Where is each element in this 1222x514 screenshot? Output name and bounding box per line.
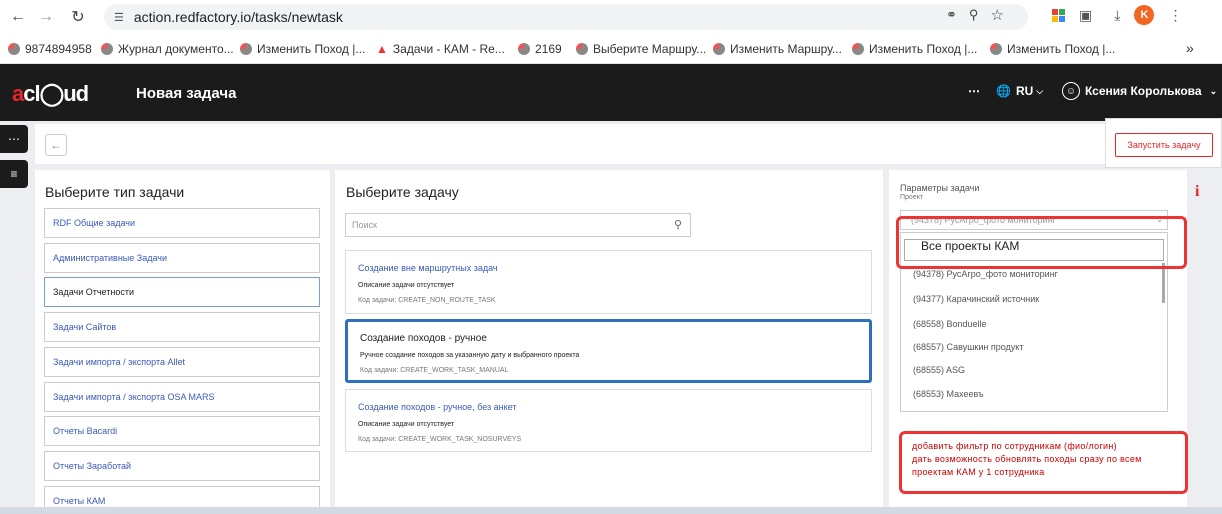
- bookmark-favicon-icon: [101, 43, 113, 55]
- task-type-item[interactable]: Отчеты Заработай: [44, 451, 320, 481]
- bookmark-item[interactable]: Изменить Поход |...: [852, 42, 977, 56]
- tasks-panel: Выберите задачу Поиск ⚲ Создание вне мар…: [335, 170, 883, 514]
- task-description: Описание задачи отсутствует: [358, 421, 455, 428]
- task-type-item-selected[interactable]: Задачи Отчетности: [44, 277, 320, 307]
- app-logo[interactable]: acl◯ud: [12, 81, 89, 107]
- tasks-title: Выберите задачу: [346, 184, 459, 200]
- task-type-item[interactable]: Задачи Сайтов: [44, 312, 320, 342]
- dropdown-scrollbar[interactable]: [1162, 263, 1165, 303]
- comment-box: добавить фильтр по сотрудникам (фио/логи…: [899, 431, 1188, 494]
- reload-icon[interactable]: ↻: [66, 5, 90, 29]
- annotation-box: Все проекты КАМ: [896, 216, 1187, 269]
- project-option[interactable]: (94377) Карачинский источник: [913, 294, 1039, 304]
- task-name: Создание вне маршрутных задач: [358, 263, 498, 273]
- run-task-container: Запустить задачу: [1105, 118, 1222, 168]
- project-option[interactable]: (68555) ASG: [913, 365, 965, 375]
- annotation-text: Все проекты КАМ: [921, 239, 1020, 253]
- back-button[interactable]: ←: [45, 134, 67, 156]
- run-task-button[interactable]: Запустить задачу: [1115, 133, 1213, 157]
- bookmark-item[interactable]: Выберите Маршру...: [576, 42, 706, 56]
- arrow-left-icon: ←: [50, 138, 62, 152]
- bookmark-item[interactable]: ▲ Задачи - КАМ - Re...: [376, 42, 505, 56]
- search-icon[interactable]: ⚲: [674, 218, 682, 231]
- apps-menu-button[interactable]: ⋯: [0, 125, 28, 153]
- password-key-icon[interactable]: ⚭: [946, 7, 957, 23]
- task-type-item[interactable]: Задачи импорта / экспорта Allet: [44, 347, 320, 377]
- toolbar-card: ←: [35, 124, 1217, 164]
- task-type-item[interactable]: Отчеты Bacardi: [44, 416, 320, 446]
- task-card-selected[interactable]: Создание походов - ручное Ручное создани…: [345, 319, 872, 383]
- downloads-icon[interactable]: ⤓: [1114, 7, 1120, 24]
- task-search-input[interactable]: Поиск ⚲: [345, 213, 691, 237]
- task-code: Код задачи: CREATE_WORK_TASK_MANUAL: [360, 367, 509, 374]
- chevron-down-icon: ⌄: [1209, 85, 1218, 96]
- task-code: Код задачи: CREATE_NON_ROUTE_TASK: [358, 297, 496, 304]
- task-name: Создание походов - ручное: [360, 333, 487, 344]
- bookmark-favicon-icon: [852, 43, 864, 55]
- bookmark-item[interactable]: Изменить Маршру...: [713, 42, 842, 56]
- params-title: Параметры задачи: [900, 183, 980, 193]
- bookmark-favicon-icon: ▲: [376, 42, 388, 56]
- apps-grid-icon: ⋯: [8, 132, 20, 146]
- project-option[interactable]: (94378) РусАгро_фото мониторинг: [913, 269, 1058, 279]
- task-description: Ручное создание походов за указанную дат…: [360, 352, 580, 359]
- project-option[interactable]: (68558) Bonduelle: [913, 319, 987, 329]
- task-name: Создание походов - ручное, без анкет: [358, 402, 517, 412]
- menu-kebab-icon[interactable]: ⋮: [1168, 7, 1182, 24]
- language-selector[interactable]: 🌐 RU ⌵: [996, 84, 1043, 98]
- forward-arrow-icon[interactable]: →: [34, 5, 58, 29]
- browser-toolbar: ← → ↻ ☰ action.redfactory.io/tasks/newta…: [0, 0, 1222, 34]
- app-header: acl◯ud Новая задача ⋯ 🌐 RU ⌵ ☺ Ксения Ко…: [0, 64, 1222, 121]
- site-settings-icon[interactable]: ☰: [114, 11, 124, 24]
- project-option[interactable]: (68553) Махеевъ: [913, 389, 984, 399]
- bottom-strip: [0, 507, 1222, 514]
- bookmark-favicon-icon: [713, 43, 725, 55]
- user-avatar-icon: ☺: [1062, 82, 1080, 100]
- bookmark-favicon-icon: [518, 43, 530, 55]
- menu-icon: ≡: [10, 167, 18, 181]
- project-label: Проект: [900, 194, 924, 201]
- bookmark-item[interactable]: Изменить Поход |...: [240, 42, 365, 56]
- bookmarks-bar: 9874894958 Журнал документо... Изменить …: [0, 34, 1222, 64]
- bookmark-favicon-icon: [240, 43, 252, 55]
- task-description: Описание задачи отсутствует: [358, 282, 455, 289]
- address-bar[interactable]: ☰ action.redfactory.io/tasks/newtask: [104, 4, 1028, 30]
- bookmark-favicon-icon: [8, 43, 20, 55]
- task-types-title: Выберите тип задачи: [45, 184, 185, 200]
- task-type-item[interactable]: Задачи импорта / экспорта OSA MARS: [44, 382, 320, 412]
- bookmark-item[interactable]: 2169: [518, 42, 562, 56]
- task-types-panel: Выберите тип задачи RDF Общие задачи Адм…: [35, 170, 330, 514]
- task-type-item[interactable]: Административные Задачи: [44, 243, 320, 273]
- extension-grid-icon[interactable]: [1052, 8, 1065, 22]
- project-option[interactable]: (68557) Савушкин продукт: [913, 342, 1023, 352]
- comment-text: добавить фильтр по сотрудникам (фио/логи…: [912, 441, 1142, 477]
- bookmarks-overflow-button[interactable]: »: [1186, 40, 1194, 56]
- bookmark-item[interactable]: Журнал документо...: [101, 42, 234, 56]
- back-arrow-icon[interactable]: ←: [6, 5, 30, 29]
- url-text: action.redfactory.io/tasks/newtask: [133, 9, 343, 25]
- hamburger-menu-button[interactable]: ≡: [0, 160, 28, 188]
- zoom-icon[interactable]: ⚲: [969, 7, 979, 23]
- bookmark-favicon-icon: [576, 43, 588, 55]
- task-code: Код задачи: CREATE_WORK_TASK_NOSURVEYS: [358, 436, 522, 443]
- bookmark-item[interactable]: Изменить Поход |...: [990, 42, 1115, 56]
- bookmark-favicon-icon: [990, 43, 1002, 55]
- user-menu[interactable]: ☺ Ксения Королькова ⌄: [1062, 82, 1217, 100]
- page-title: Новая задача: [136, 85, 237, 102]
- extensions-puzzle-icon[interactable]: ▣: [1079, 7, 1092, 24]
- bookmark-item[interactable]: 9874894958: [8, 42, 92, 56]
- bookmark-star-icon[interactable]: ☆: [990, 6, 1003, 24]
- chevron-down-icon: ⌵: [1036, 85, 1044, 96]
- apps-grid-icon[interactable]: ⋯: [968, 84, 980, 98]
- task-card[interactable]: Создание походов - ручное, без анкет Опи…: [345, 389, 872, 452]
- task-card[interactable]: Создание вне маршрутных задач Описание з…: [345, 250, 872, 314]
- profile-avatar[interactable]: K: [1134, 5, 1155, 25]
- task-type-item[interactable]: RDF Общие задачи: [44, 208, 320, 238]
- info-icon[interactable]: i: [1195, 183, 1199, 201]
- globe-icon: 🌐: [996, 84, 1011, 98]
